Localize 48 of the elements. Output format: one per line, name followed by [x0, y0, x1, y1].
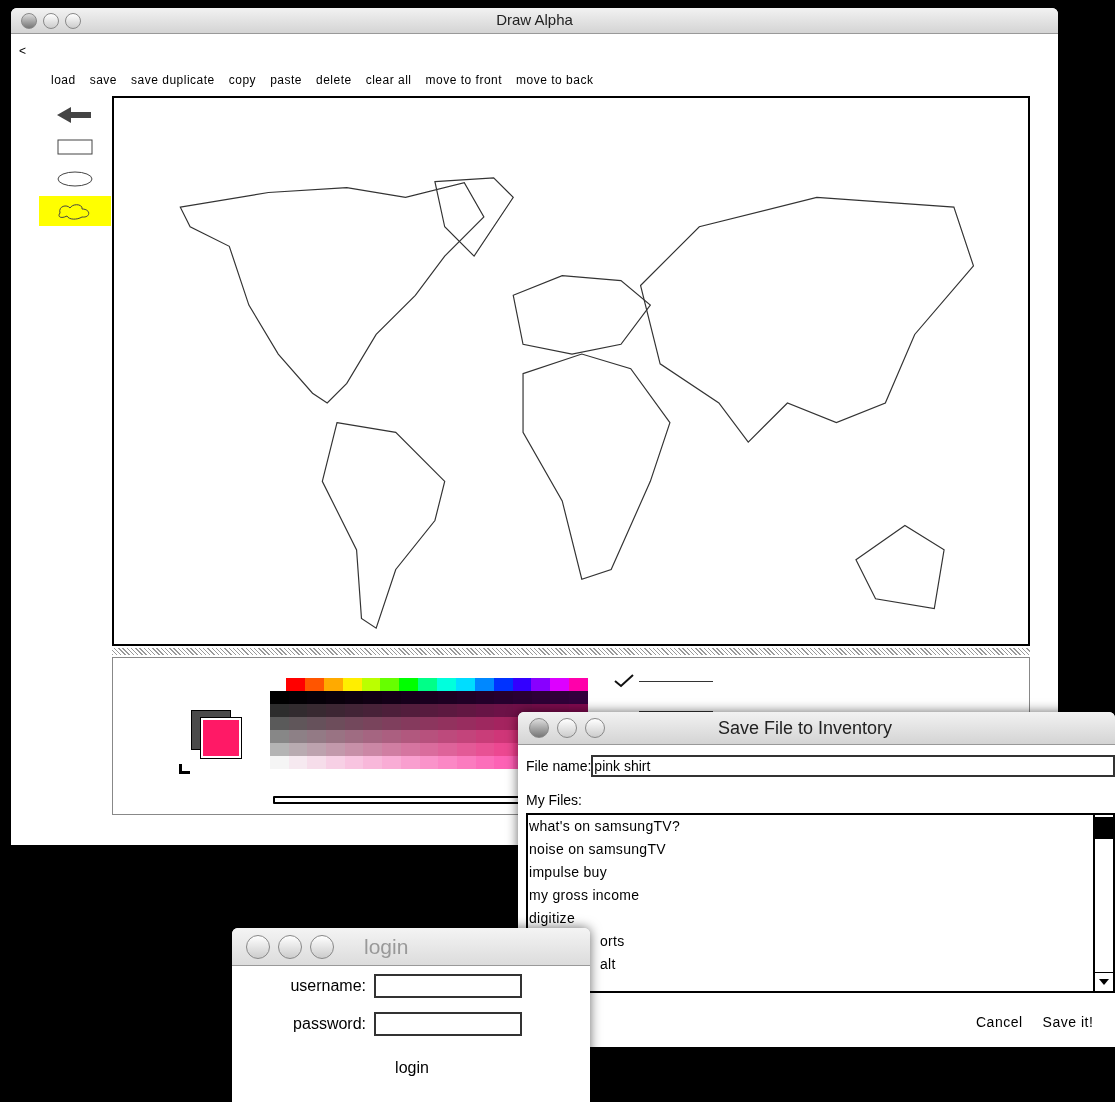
toolbar-button[interactable]: move to back: [510, 70, 600, 90]
toolbar-button[interactable]: save duplicate: [125, 70, 221, 90]
toolbar-button[interactable]: save: [83, 70, 124, 90]
close-button[interactable]: [246, 934, 270, 959]
ellipse-icon: [55, 169, 95, 189]
scroll-thumb[interactable]: [1095, 817, 1113, 839]
dialog-button[interactable]: Cancel: [976, 1012, 1023, 1033]
file-list-item[interactable]: impulse buy: [529, 861, 607, 884]
field-label: password:: [292, 1014, 367, 1034]
text-field[interactable]: [374, 974, 522, 998]
file-name-field[interactable]: pink shirt: [591, 755, 1115, 777]
line-width-option[interactable]: [613, 674, 713, 688]
dialog-button[interactable]: Save it!: [1042, 1012, 1094, 1033]
file-list-item[interactable]: noise on samsungTV: [529, 838, 666, 861]
minimize-button[interactable]: [278, 934, 302, 959]
minimize-button[interactable]: [557, 718, 577, 738]
window-title: login: [364, 933, 409, 960]
close-button[interactable]: [21, 12, 37, 29]
zoom-button[interactable]: [585, 718, 605, 738]
file-list-item[interactable]: my gross income: [529, 884, 640, 907]
field-label: username:: [289, 976, 367, 996]
window-title: Draw Alpha: [496, 10, 573, 31]
file-list-item[interactable]: orts: [600, 930, 625, 953]
zoom-button[interactable]: [310, 934, 334, 959]
toolbar-button[interactable]: copy: [222, 70, 263, 90]
toolbar-button[interactable]: delete: [310, 70, 358, 90]
field-label: File name:: [526, 756, 592, 776]
color-swatch-drawing[interactable]: [191, 710, 242, 759]
text-field[interactable]: [374, 1012, 522, 1036]
splitter[interactable]: [112, 648, 1030, 655]
file-list-item[interactable]: what's on samsungTV?: [529, 815, 681, 838]
window-title: Save File to Inventory: [718, 716, 893, 740]
scroll-down-icon[interactable]: [1099, 979, 1109, 985]
list-label: My Files:: [525, 791, 583, 810]
toolbar-button[interactable]: load: [45, 70, 82, 90]
file-list-item[interactable]: digitize: [529, 907, 575, 930]
file-list-item[interactable]: alt: [600, 953, 616, 976]
toolbar-button[interactable]: paste: [264, 70, 308, 90]
toolbar-button[interactable]: clear all: [359, 70, 418, 90]
corner-mark-icon: [179, 764, 190, 774]
scroll-bar[interactable]: [1093, 815, 1113, 991]
minimize-button[interactable]: [43, 12, 59, 29]
zoom-button[interactable]: [65, 12, 81, 29]
close-button[interactable]: [529, 718, 549, 738]
rectangle-icon: [55, 137, 95, 157]
toolbar-button[interactable]: move to front: [419, 70, 509, 90]
login-button[interactable]: login: [391, 1056, 433, 1080]
back-link[interactable]: <: [19, 42, 26, 60]
